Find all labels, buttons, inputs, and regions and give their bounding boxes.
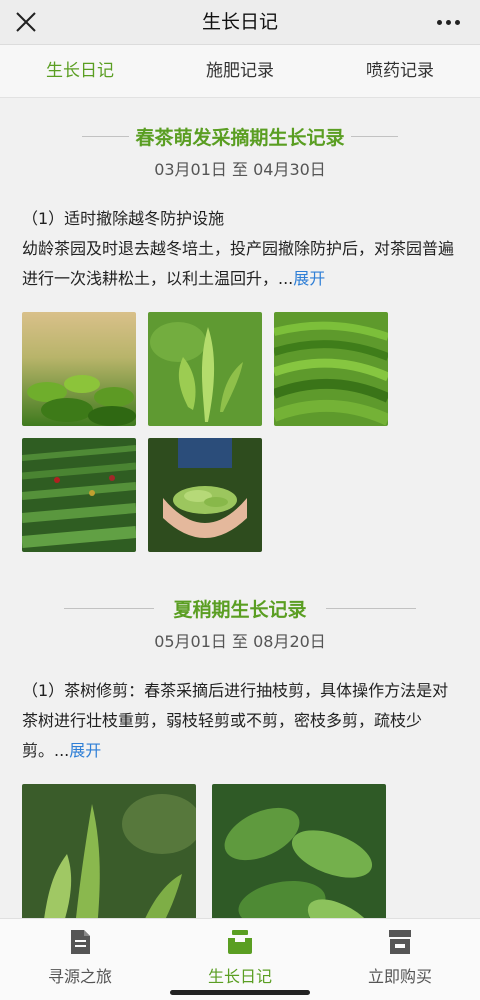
tea-bud-closeup-image [148, 312, 262, 426]
tea-shoots-sunlit-image [22, 312, 136, 426]
record-card: 春茶萌发采摘期生长记录 03月01日 至 04月30日 （1）适时撤除越冬防护设… [0, 98, 480, 552]
record-body-text: 幼龄茶园及时退去越冬培土，投产园撤除防护后，对茶园普遍进行一次浅耕松土，以利土温… [22, 239, 455, 288]
nav-label: 生长日记 [207, 967, 272, 986]
shop-icon [389, 930, 411, 954]
photo-thumbnail[interactable] [148, 438, 262, 552]
tea-bush-leaves-image [212, 784, 386, 918]
photo-thumbnail[interactable] [212, 784, 386, 918]
photo-grid [22, 312, 458, 552]
bottom-nav: 寻源之旅 生长日记 立即购买 [0, 918, 480, 1000]
nav-traceability[interactable]: 寻源之旅 [0, 919, 160, 1000]
record-header: 夏稍期生长记录 [22, 588, 458, 628]
photo-thumbnail[interactable] [148, 312, 262, 426]
terraced-tea-field-image [274, 312, 388, 426]
tab-fertilizer-records[interactable]: 施肥记录 [160, 45, 320, 97]
nav-label: 寻源之旅 [47, 967, 112, 986]
tea-branch-closeup-image [22, 784, 196, 918]
more-options-button[interactable] [430, 6, 466, 38]
record-tabs: 生长日记 施肥记录 喷药记录 [0, 45, 480, 98]
record-card: 夏稍期生长记录 05月01日 至 08月20日 （1）茶树修剪：春茶采摘后进行抽… [0, 552, 480, 918]
tab-growth-diary[interactable]: 生长日记 [0, 45, 160, 97]
record-date-range: 05月01日 至 08月20日 [154, 632, 326, 651]
nav-growth-diary[interactable]: 生长日记 [160, 919, 320, 1000]
home-indicator [170, 990, 310, 995]
record-title: 春茶萌发采摘期生长记录 [129, 122, 351, 150]
tab-spray-records[interactable]: 喷药记录 [320, 45, 480, 97]
expand-link[interactable]: 展开 [69, 741, 101, 760]
more-dot-icon [454, 19, 460, 25]
more-dot-icon [445, 19, 451, 25]
record-header: 春茶萌发采摘期生长记录 [22, 116, 458, 156]
tray-icon [228, 930, 252, 954]
records-list[interactable]: 春茶萌发采摘期生长记录 03月01日 至 04月30日 （1）适时撤除越冬防护设… [0, 98, 480, 918]
photo-thumbnail[interactable] [22, 312, 136, 426]
nav-buy-now[interactable]: 立即购买 [320, 919, 480, 1000]
record-description: （1）茶树修剪：春茶采摘后进行抽枝剪，具体操作方法是对茶树进行壮枝重剪，弱枝轻剪… [22, 676, 458, 766]
nav-label: 立即购买 [367, 967, 432, 986]
page-title: 生长日记 [201, 11, 278, 33]
record-body-heading: （1）适时撤除越冬防护设施 [22, 209, 225, 228]
hands-holding-tea-leaves-image [148, 438, 262, 552]
record-title: 夏稍期生长记录 [167, 594, 313, 622]
tea-plantation-pickers-image [22, 438, 136, 552]
photo-thumbnail[interactable] [22, 784, 196, 918]
expand-link[interactable]: 展开 [293, 269, 325, 288]
title-bar: 生长日记 [0, 0, 480, 45]
record-date-range: 03月01日 至 04月30日 [154, 160, 326, 179]
record-description: （1）适时撤除越冬防护设施 幼龄茶园及时退去越冬培土，投产园撤除防护后，对茶园普… [22, 204, 458, 294]
more-dot-icon [436, 19, 442, 25]
photo-thumbnail[interactable] [274, 312, 388, 426]
photo-grid [22, 784, 458, 918]
document-icon [71, 930, 90, 954]
photo-thumbnail[interactable] [22, 438, 136, 552]
